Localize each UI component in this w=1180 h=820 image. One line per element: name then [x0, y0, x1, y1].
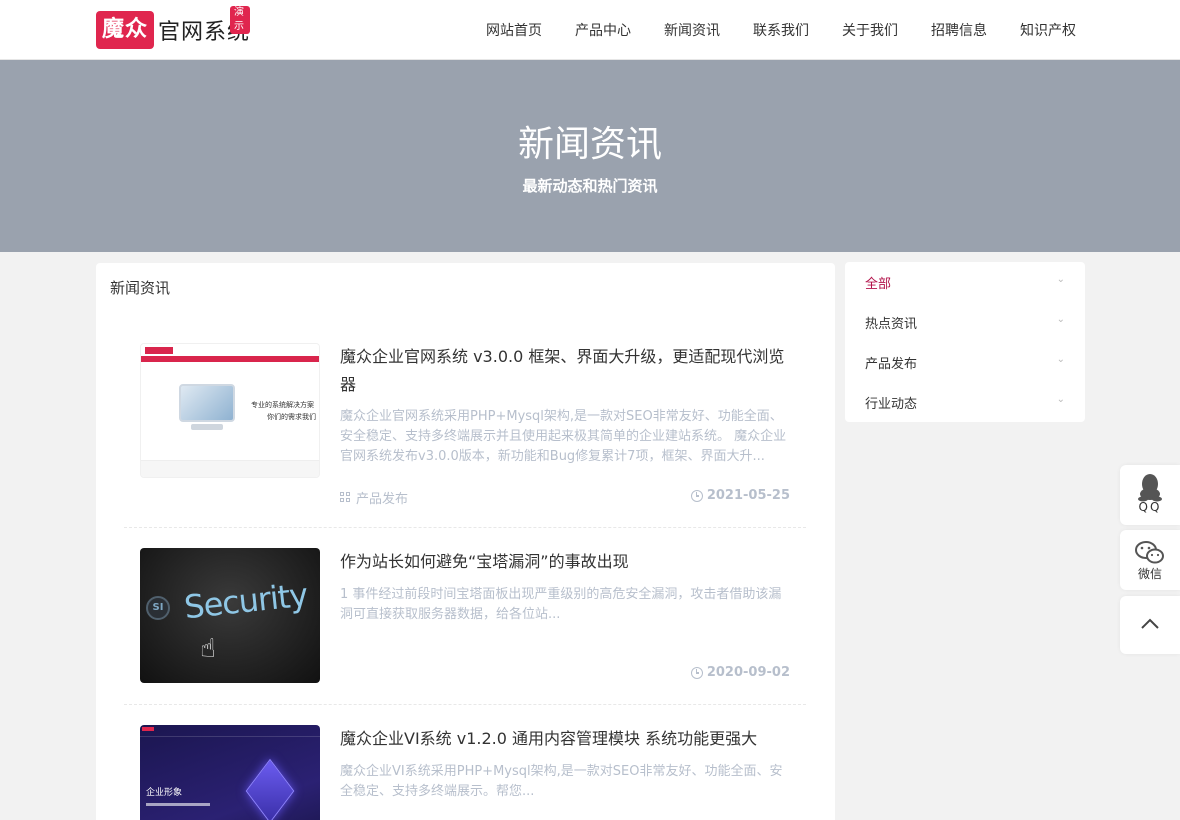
news-item[interactable]: 专业的系统解决方案 你们的需求我们 魔众企业官网系统 v3.0.0 框架、界面大…: [124, 343, 806, 528]
nav-products[interactable]: 产品中心: [575, 20, 631, 40]
sidebar-item-label: 热点资讯: [865, 316, 918, 332]
sidebar-item-label: 全部: [865, 276, 892, 292]
list-divider: [124, 527, 806, 528]
chevron-down-icon: ⌄: [1056, 394, 1065, 405]
nav-jobs[interactable]: 招聘信息: [931, 20, 987, 40]
qq-button[interactable]: QQ: [1120, 465, 1180, 525]
news-list-title: 新闻资讯: [110, 279, 171, 297]
news-thumbnail[interactable]: 企业形象: [140, 725, 320, 820]
news-summary: 魔众企业官网系统采用PHP+Mysql架构,是一款对SEO非常友好、功能全面、安…: [340, 409, 787, 464]
category-sidebar: 全部 ⌄ 热点资讯 ⌄ 产品发布 ⌄ 行业动态 ⌄: [845, 262, 1085, 422]
news-title[interactable]: 作为站长如何避免“宝塔漏洞”的事故出现: [340, 548, 790, 576]
nav-home[interactable]: 网站首页: [486, 20, 542, 40]
banner-title: 新闻资讯: [517, 124, 662, 165]
date-label: 2021-05-25: [706, 488, 790, 503]
chevron-down-icon: ⌄: [1056, 274, 1065, 285]
site-logo[interactable]: 魔众 官网系统 演示: [96, 6, 251, 50]
news-thumbnail[interactable]: 专业的系统解决方案 你们的需求我们: [140, 343, 320, 478]
sidebar-item-release[interactable]: 产品发布 ⌄: [845, 342, 1085, 382]
wechat-button[interactable]: 微信: [1120, 530, 1180, 590]
news-category[interactable]: 产品发布: [340, 488, 408, 507]
date-label: 2020-09-02: [706, 665, 790, 680]
wechat-icon: [1135, 541, 1164, 564]
qq-label: QQ: [1138, 500, 1162, 514]
list-divider: [124, 704, 806, 705]
news-summary: 魔众企业VI系统采用PHP+Mysql架构,是一款对SEO非常友好、功能全面、安…: [340, 764, 783, 799]
sidebar-item-all[interactable]: 全部 ⌄: [845, 262, 1085, 302]
news-title[interactable]: 魔众企业VI系统 v1.2.0 通用内容管理模块 系统功能更强大: [340, 725, 790, 753]
news-date: 2020-09-02: [690, 665, 790, 680]
thumb-caption: 你们的需求我们: [267, 413, 316, 421]
news-summary: 1 事件经过前段时间宝塔面板出现严重级别的高危安全漏洞，攻击者借助该漏洞可直接获…: [340, 587, 782, 622]
sidebar-item-hot[interactable]: 热点资讯 ⌄: [845, 302, 1085, 342]
qq-icon: [1138, 474, 1162, 502]
banner-subtitle: 最新动态和热门资讯: [522, 177, 658, 195]
chevron-up-icon: [1141, 618, 1159, 629]
sidebar-item-label: 行业动态: [865, 396, 918, 412]
page-banner: 新闻资讯 最新动态和热门资讯: [0, 60, 1180, 252]
back-to-top-button[interactable]: [1120, 596, 1180, 654]
clock-icon: [690, 666, 703, 679]
news-item[interactable]: SI Security ☝ 作为站长如何避免“宝塔漏洞”的事故出现 1 事件经过…: [124, 548, 806, 703]
nav-ip[interactable]: 知识产权: [1020, 20, 1076, 40]
sidebar-item-industry[interactable]: 行业动态 ⌄: [845, 382, 1085, 422]
sidebar-item-label: 产品发布: [865, 356, 918, 372]
news-list-card: 新闻资讯 专业的系统解决方案 你们的需求我们 魔众企业官网系统 v3.0.0 框…: [96, 263, 835, 820]
thumb-caption: 专业的系统解决方案: [251, 401, 314, 409]
news-item[interactable]: 企业形象 魔众企业VI系统 v1.2.0 通用内容管理模块 系统功能更强大 魔众…: [124, 725, 806, 820]
category-label: 产品发布: [356, 492, 409, 507]
thumb-caption: 企业形象: [146, 788, 183, 798]
main-nav: 网站首页 产品中心 新闻资讯 联系我们 关于我们 招聘信息 知识产权: [453, 0, 1076, 60]
thumb-caption: Security: [182, 575, 310, 627]
news-thumbnail[interactable]: SI Security ☝: [140, 548, 320, 683]
nav-contact[interactable]: 联系我们: [753, 20, 809, 40]
news-title[interactable]: 魔众企业官网系统 v3.0.0 框架、界面大升级，更适配现代浏览器: [340, 343, 790, 399]
nav-about[interactable]: 关于我们: [842, 20, 898, 40]
demo-badge: 演示: [230, 6, 251, 34]
news-date: 2021-05-25: [690, 488, 790, 503]
category-icon: [340, 492, 351, 503]
site-header: 魔众 官网系统 演示 网站首页 产品中心 新闻资讯 联系我们 关于我们 招聘信息…: [0, 0, 1180, 60]
chevron-down-icon: ⌄: [1056, 314, 1065, 325]
chevron-down-icon: ⌄: [1056, 354, 1065, 365]
logo-mark: 魔众: [96, 11, 155, 49]
clock-icon: [690, 489, 703, 502]
nav-news[interactable]: 新闻资讯: [664, 20, 720, 40]
wechat-label: 微信: [1137, 567, 1162, 581]
